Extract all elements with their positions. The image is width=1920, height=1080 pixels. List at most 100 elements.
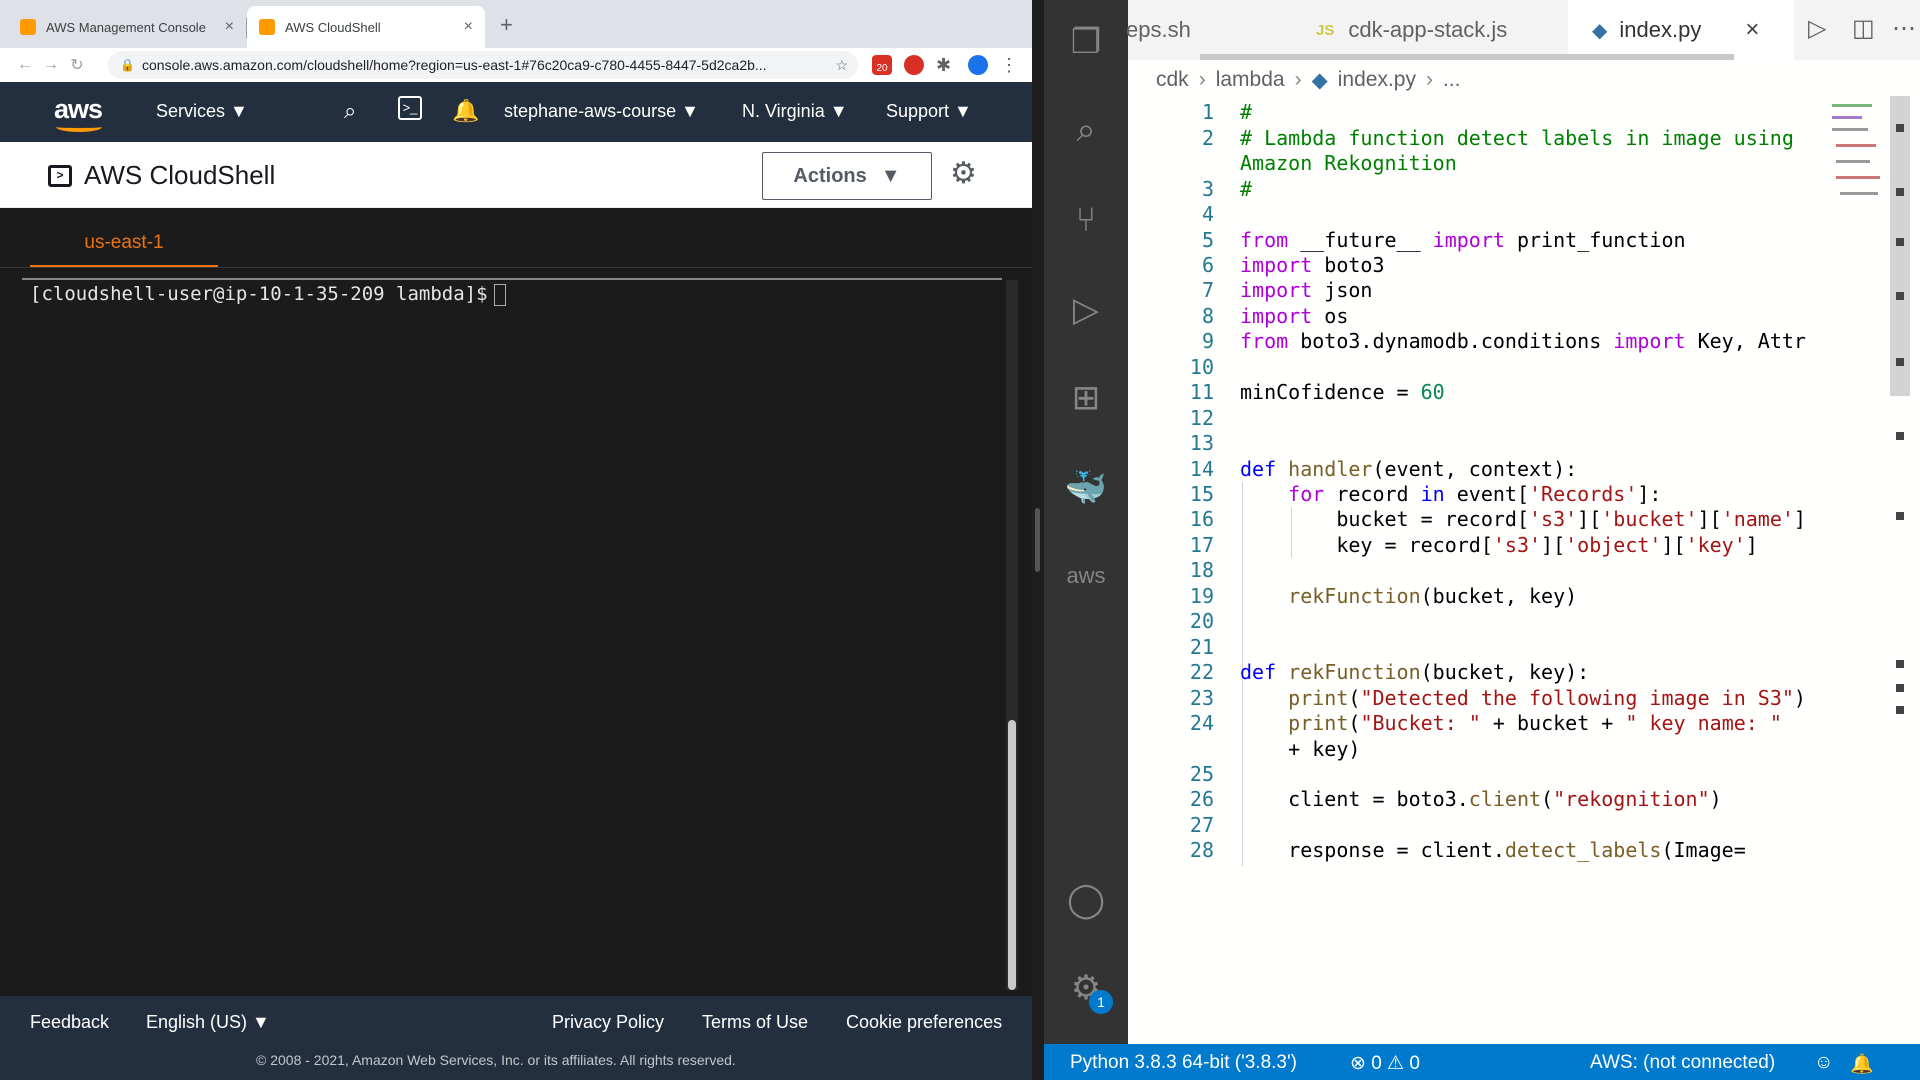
more-actions-icon[interactable]: ⋯ <box>1892 14 1916 43</box>
line-number: 14 <box>1189 457 1214 481</box>
line-number: 5 <box>1201 228 1214 252</box>
language-selector[interactable]: English (US) ▼ <box>146 1012 270 1033</box>
line-number: 22 <box>1189 660 1214 684</box>
split-divider[interactable] <box>1032 0 1044 1080</box>
aws-connection-status[interactable]: AWS: (not connected) <box>1590 1052 1775 1074</box>
actions-button[interactable]: Actions ▼ <box>762 152 932 200</box>
close-tab-icon[interactable]: × <box>464 18 473 36</box>
browser-tab-management-console[interactable]: AWS Management Console × <box>8 6 247 48</box>
minimap[interactable] <box>1832 96 1882 226</box>
calendar-extension-icon[interactable]: 20 <box>872 55 892 75</box>
javascript-file-icon: JS <box>1316 21 1335 39</box>
terms-of-use-link[interactable]: Terms of Use <box>702 1012 808 1033</box>
code-line: response = client.detect_labels(Image= <box>1240 838 1746 862</box>
minimap-line <box>1840 192 1878 195</box>
cloud-extension-icon[interactable] <box>968 55 988 75</box>
aws-logo[interactable]: aws <box>54 94 103 132</box>
python-file-icon: ◆ <box>1311 68 1328 92</box>
line-number: 17 <box>1189 533 1214 557</box>
scrollbar-thumb[interactable] <box>1008 720 1016 990</box>
minimap-line <box>1832 128 1868 131</box>
split-editor-icon[interactable]: ◫ <box>1852 14 1875 43</box>
reload-icon[interactable]: ↻ <box>64 55 90 75</box>
chevron-right-icon: › <box>1294 68 1302 91</box>
adblock-extension-icon[interactable] <box>904 55 924 75</box>
new-tab-icon[interactable]: + <box>500 12 513 38</box>
breadcrumb-item[interactable]: index.py <box>1338 68 1416 92</box>
tab-label: cdk-app-stack.js <box>1348 17 1508 42</box>
tab-title: AWS Management Console <box>46 19 206 35</box>
browser-menu-icon[interactable]: ⋮ <box>1000 55 1020 75</box>
problems-status[interactable]: ⊗ 0 ⚠ 0 <box>1350 1052 1420 1075</box>
line-number: 4 <box>1201 202 1214 226</box>
tab-index-py[interactable]: ◆ index.py × <box>1568 0 1794 60</box>
aws-toolkit-icon[interactable]: aws <box>1064 554 1108 598</box>
code-line: from __future__ import print_function <box>1240 228 1686 252</box>
aws-favicon-icon <box>20 19 36 35</box>
breadcrumb-item[interactable]: cdk <box>1156 68 1189 92</box>
tab-cdk-app-stack[interactable]: JS cdk-app-stack.js <box>1266 0 1566 60</box>
page-title: > AWS CloudShell <box>48 160 275 191</box>
status-bar: Python 3.8.3 64-bit ('3.8.3') ⊗ 0 ⚠ 0 AW… <box>1044 1044 1920 1080</box>
notifications-bell-icon[interactable]: 🔔 <box>1850 1052 1874 1076</box>
run-file-icon[interactable]: ▷ <box>1808 14 1826 43</box>
cookie-preferences-link[interactable]: Cookie preferences <box>846 1012 1002 1033</box>
privacy-policy-link[interactable]: Privacy Policy <box>552 1012 664 1033</box>
terminal-cursor <box>493 283 506 306</box>
python-interpreter-status[interactable]: Python 3.8.3 64-bit ('3.8.3') <box>1070 1052 1297 1074</box>
scrollbar-thumb[interactable] <box>1890 96 1910 396</box>
code-line: def rekFunction(bucket, key): <box>1240 660 1590 684</box>
bookmark-star-icon[interactable]: ☆ <box>835 51 848 79</box>
terminal-tab-us-east-1[interactable]: us-east-1 <box>30 224 218 268</box>
code-area[interactable]: 1 2 3 4 5 6 7 8 9 10 11 12 13 14 15 16 1… <box>1128 100 1920 1044</box>
code-line: + key) <box>1240 737 1361 761</box>
tab-eps-sh[interactable]: eps.sh <box>1126 0 1264 60</box>
feedback-link[interactable]: Feedback <box>30 1012 109 1033</box>
browser-tab-cloudshell[interactable]: AWS CloudShell × <box>247 6 485 48</box>
split-handle[interactable] <box>1035 508 1040 572</box>
accounts-icon[interactable]: ◯ <box>1064 878 1108 922</box>
tabs-scrollbar[interactable] <box>1200 54 1734 60</box>
explorer-icon[interactable]: ❐ <box>1064 20 1108 64</box>
line-number: 16 <box>1189 507 1214 531</box>
search-icon[interactable]: ⌕ <box>344 98 356 124</box>
aws-smile-icon <box>56 122 102 132</box>
breadcrumb-item[interactable]: ... <box>1443 68 1461 92</box>
source-control-icon[interactable]: ⑂ <box>1064 198 1108 242</box>
terminal-scrollbar[interactable] <box>1006 280 1018 990</box>
support-menu[interactable]: Support ▼ <box>886 101 972 122</box>
services-menu[interactable]: Services ▼ <box>156 101 248 122</box>
extensions-icon[interactable]: ⊞ <box>1064 376 1108 420</box>
close-tab-icon[interactable]: × <box>1745 16 1759 44</box>
editor-scrollbar[interactable] <box>1888 96 1912 1036</box>
search-icon[interactable]: ⌕ <box>1064 108 1108 152</box>
back-icon[interactable]: ← <box>12 56 38 74</box>
line-number: 18 <box>1189 558 1214 582</box>
forward-icon[interactable]: → <box>38 56 64 74</box>
url-field[interactable]: 🔒 console.aws.amazon.com/cloudshell/home… <box>108 51 858 79</box>
code-line: print("Bucket: " + bucket + " key name: … <box>1288 711 1782 735</box>
close-tab-icon[interactable]: × <box>225 18 234 36</box>
terminal-panel[interactable]: us-east-1 [cloudshell-user@ip-10-1-35-20… <box>0 208 1032 996</box>
cloudshell-icon[interactable]: >_ <box>398 96 422 120</box>
minimap-line <box>1836 176 1880 179</box>
region-menu[interactable]: N. Virginia ▼ <box>742 101 848 122</box>
line-number: 23 <box>1189 686 1214 710</box>
editor-tabs: eps.sh JS cdk-app-stack.js ◆ index.py × ▷ ◫… <box>1126 0 1920 60</box>
line-number: 11 <box>1189 380 1214 404</box>
settings-gear-icon[interactable]: ⚙ <box>950 156 977 191</box>
puzzle-extension-icon[interactable]: ✱ <box>936 55 956 75</box>
minimap-line <box>1836 160 1870 163</box>
feedback-icon[interactable]: ☺ <box>1814 1052 1833 1074</box>
terminal-prompt[interactable]: [cloudshell-user@ip-10-1-35-209 lambda]$ <box>30 283 506 306</box>
account-menu[interactable]: stephane-aws-course ▼ <box>504 101 699 122</box>
breadcrumb-item[interactable]: lambda <box>1216 68 1285 92</box>
minimap-line <box>1836 144 1876 147</box>
actions-label: Actions <box>793 164 867 187</box>
notifications-bell-icon[interactable]: 🔔 <box>452 98 479 124</box>
url-text: console.aws.amazon.com/cloudshell/home?r… <box>142 57 767 73</box>
minimap-line <box>1832 116 1862 119</box>
docker-icon[interactable]: 🐳 <box>1064 466 1108 510</box>
run-debug-icon[interactable]: ▷ <box>1064 288 1108 332</box>
code-line: print("Detected the following image in S… <box>1288 686 1806 710</box>
